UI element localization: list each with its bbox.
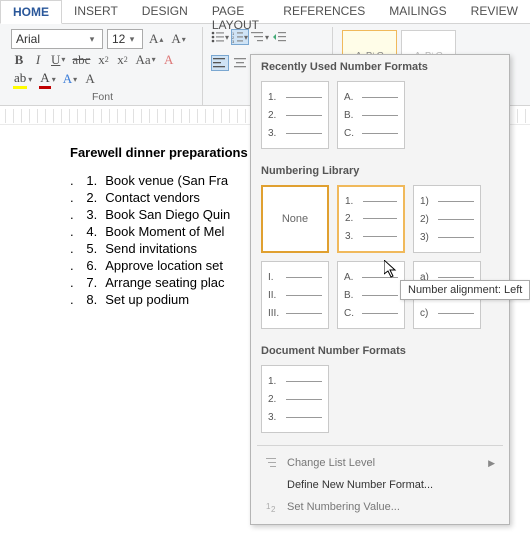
align-center-button[interactable]: [231, 55, 249, 71]
tab-mailings[interactable]: MAILINGS: [377, 0, 458, 23]
font-color-button[interactable]: A▾: [37, 70, 57, 88]
bullets-button[interactable]: ▾: [211, 29, 229, 45]
svg-text:3: 3: [232, 39, 235, 43]
tab-design[interactable]: DESIGN: [130, 0, 200, 23]
numbering-button[interactable]: 123▾: [231, 29, 249, 45]
ribbon-tabs: HOME INSERT DESIGN PAGE LAYOUT REFERENCE…: [0, 0, 530, 24]
group-font: Arial▾ 12▾ A▴ A▾ B I U▾ abc x2 x2 Aa▾ A …: [3, 27, 203, 105]
tab-page-layout[interactable]: PAGE LAYOUT: [200, 0, 271, 23]
subscript-button[interactable]: x2: [95, 51, 111, 69]
grow-font-button[interactable]: A▴: [147, 30, 165, 48]
number-alignment-tooltip: Number alignment: Left: [400, 280, 530, 300]
change-list-level[interactable]: Change List Level ▶: [255, 452, 505, 474]
char-border-button[interactable]: A: [82, 70, 98, 88]
numtile-numeric-dot[interactable]: 1. 2. 3.: [337, 185, 405, 253]
italic-button[interactable]: I: [30, 51, 46, 69]
font-name-value: Arial: [16, 32, 40, 46]
numtile-numeric-paren[interactable]: 1) 2) 3): [413, 185, 481, 253]
dd-section-recent: Recently Used Number Formats: [251, 55, 509, 77]
tab-references[interactable]: REFERENCES: [271, 0, 377, 23]
multilevel-list-button[interactable]: ▾: [251, 29, 269, 45]
font-name-select[interactable]: Arial▾: [11, 29, 103, 49]
underline-button[interactable]: U▾: [49, 51, 67, 69]
superscript-button[interactable]: x2: [114, 51, 130, 69]
text-effects-button[interactable]: A▾: [61, 70, 79, 88]
numtile-recent-numeric-dot[interactable]: 1. 2. 3.: [261, 81, 329, 149]
change-case-button[interactable]: Aa▾: [133, 51, 157, 69]
svg-text:2: 2: [271, 505, 276, 513]
clear-formatting-button[interactable]: A: [161, 51, 177, 69]
dd-section-library: Numbering Library: [251, 159, 509, 181]
tab-insert[interactable]: INSERT: [62, 0, 130, 23]
decrease-indent-button[interactable]: [271, 29, 289, 45]
tab-review[interactable]: REVIEW: [459, 0, 530, 23]
align-left-button[interactable]: [211, 55, 229, 71]
bold-button[interactable]: B: [11, 51, 27, 69]
numbering-value-icon: 12: [265, 500, 279, 514]
dd-section-doc: Document Number Formats: [251, 339, 509, 361]
numtile-none[interactable]: None: [261, 185, 329, 253]
set-numbering-value[interactable]: 12 Set Numbering Value...: [255, 496, 505, 518]
font-size-select[interactable]: 12▾: [107, 29, 143, 49]
numtile-recent-alpha-upper-dot[interactable]: A. B. C.: [337, 81, 405, 149]
numtile-doc-numeric-dot[interactable]: 1. 2. 3.: [261, 365, 329, 433]
strikethrough-button[interactable]: abc: [70, 51, 92, 69]
font-size-value: 12: [112, 32, 125, 46]
highlight-button[interactable]: ab▾: [11, 70, 34, 88]
shrink-font-button[interactable]: A▾: [169, 30, 187, 48]
list-level-icon: [265, 456, 279, 470]
group-font-label: Font: [11, 90, 194, 105]
define-new-number-format[interactable]: Define New Number Format...: [255, 474, 505, 496]
chevron-right-icon: ▶: [488, 458, 495, 469]
tab-home[interactable]: HOME: [0, 0, 62, 24]
numtile-roman-upper-dot[interactable]: I. II. III.: [261, 261, 329, 329]
numtile-alpha-upper-dot[interactable]: A. B. C.: [337, 261, 405, 329]
